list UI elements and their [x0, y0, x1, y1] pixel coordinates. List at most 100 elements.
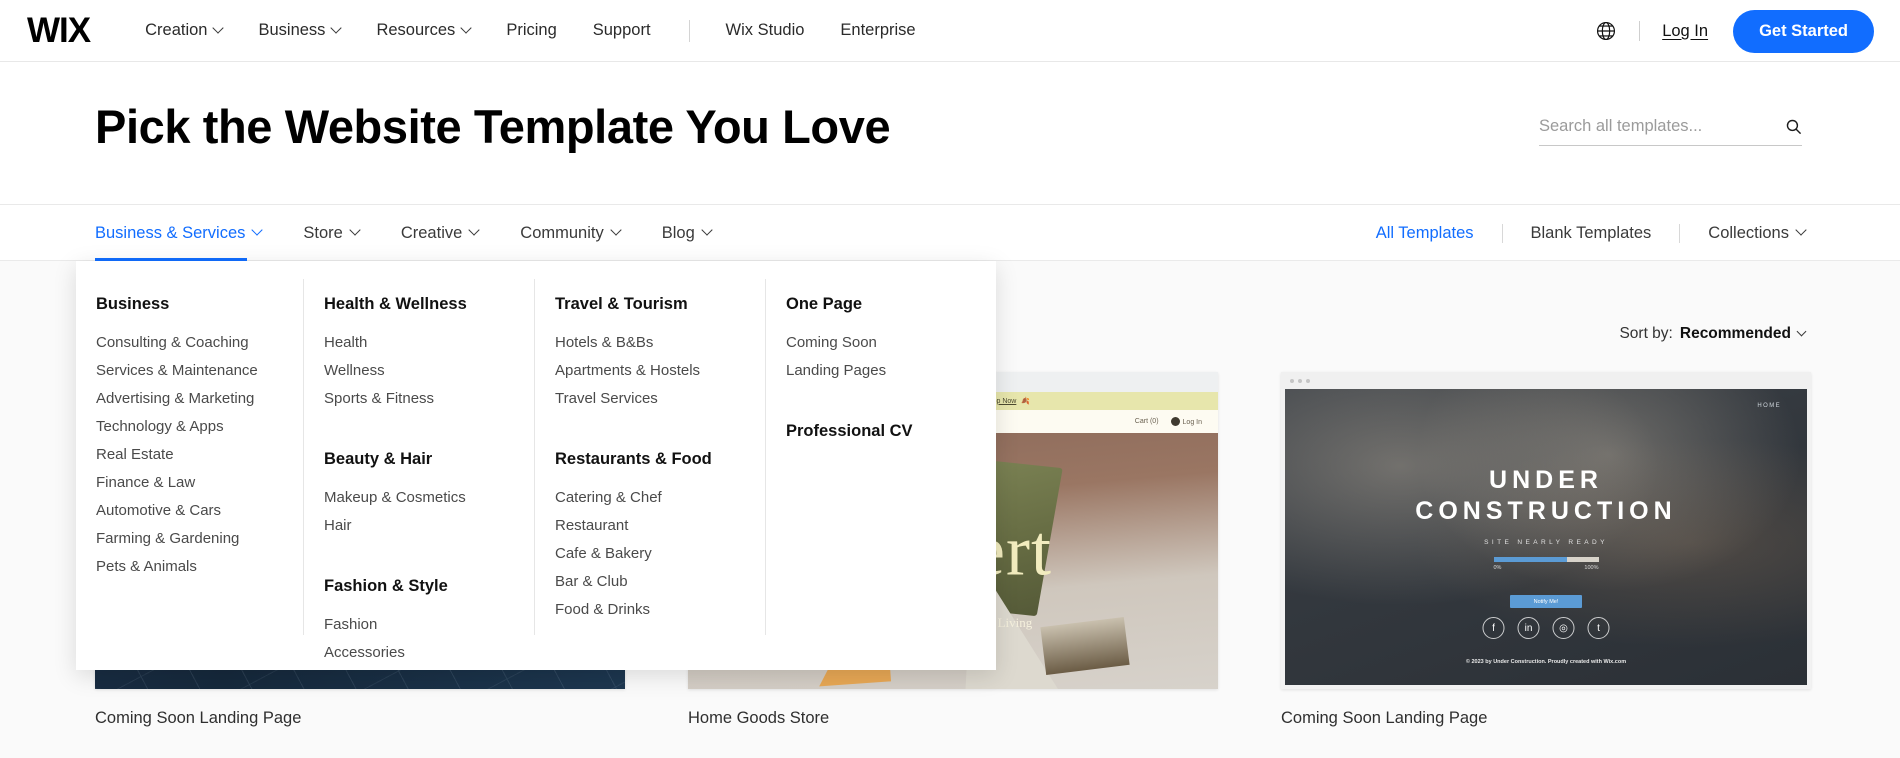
mega-link-accessories[interactable]: Accessories — [324, 639, 535, 667]
mega-link-makeup-and-cosmetics[interactable]: Makeup & Cosmetics — [324, 484, 535, 512]
nav-item-label: Support — [592, 21, 651, 39]
mega-link-finance-and-law[interactable]: Finance & Law — [96, 469, 304, 497]
tab-blank-templates[interactable]: Blank Templates — [1503, 224, 1680, 243]
tab-label: Community — [520, 223, 604, 242]
category-tabs: Business & Services Store Creative Commu… — [95, 205, 753, 261]
copyright-text: © 2023 by Under Construction. Proudly cr… — [1465, 659, 1627, 665]
wix-logo[interactable]: WIX — [27, 13, 91, 48]
get-started-button[interactable]: Get Started — [1733, 9, 1874, 53]
tab-label: All Templates — [1375, 223, 1474, 242]
mega-link-restaurant[interactable]: Restaurant — [555, 512, 766, 540]
hero-section: Pick the Website Template You Love — [0, 62, 1900, 205]
mega-column-one-page-cv: One Page Coming Soon Landing Pages Profe… — [766, 261, 996, 670]
product-shape-dark — [1040, 617, 1130, 676]
mega-link-fashion[interactable]: Fashion — [324, 611, 535, 639]
tab-all-templates[interactable]: All Templates — [1348, 224, 1502, 243]
browser-chrome — [1281, 372, 1811, 389]
tab-blog[interactable]: Blog — [661, 205, 713, 261]
tab-label: Blank Templates — [1530, 223, 1652, 242]
primary-nav: Creation Business Resources Pricing Supp… — [145, 19, 952, 42]
tab-community[interactable]: Community — [520, 205, 622, 261]
mega-column-business: Business Consulting & Coaching Services … — [76, 261, 304, 670]
mega-heading-beauty-and-hair: Beauty & Hair — [324, 450, 433, 468]
tab-business-and-services[interactable]: Business & Services — [95, 205, 264, 261]
nav-divider — [688, 19, 690, 42]
social-links: f in ◎ t — [1482, 617, 1610, 639]
chevron-down-icon — [468, 224, 480, 236]
sort-by-control[interactable]: Sort by: Recommended — [1619, 325, 1807, 343]
mega-link-food-and-drinks[interactable]: Food & Drinks — [555, 596, 766, 624]
mega-link-pets-and-animals[interactable]: Pets & Animals — [96, 553, 304, 581]
construction-hero: HOME UNDER CONSTRUCTION SITE NEARLY READ… — [1285, 389, 1807, 685]
progress-max: 100% — [1584, 565, 1599, 571]
mega-link-coming-soon[interactable]: Coming Soon — [786, 329, 996, 357]
mega-link-services-and-maintenance[interactable]: Services & Maintenance — [96, 357, 304, 385]
template-filter-tabs: All Templates Blank Templates Collection… — [1348, 205, 1807, 261]
mega-link-real-estate[interactable]: Real Estate — [96, 441, 304, 469]
tab-creative[interactable]: Creative — [401, 205, 480, 261]
template-title: Coming Soon Landing Page — [95, 709, 302, 727]
mega-heading-professional-cv[interactable]: Professional CV — [786, 422, 996, 441]
mega-link-advertising-and-marketing[interactable]: Advertising & Marketing — [96, 385, 304, 413]
mega-link-technology-and-apps[interactable]: Technology & Apps — [96, 413, 304, 441]
mega-heading-restaurants-and-food: Restaurants & Food — [555, 450, 712, 468]
template-title: Home Goods Store — [688, 709, 830, 727]
chevron-down-icon — [610, 224, 622, 236]
construction-line-1: UNDER — [1489, 466, 1603, 494]
nav-item-enterprise[interactable]: Enterprise — [840, 21, 915, 40]
template-card[interactable]: HOME UNDER CONSTRUCTION SITE NEARLY READ… — [1281, 372, 1811, 728]
mega-link-travel-services[interactable]: Travel Services — [555, 385, 766, 413]
chevron-down-icon — [212, 21, 225, 34]
tab-label: Blog — [661, 223, 695, 242]
chevron-down-icon — [701, 224, 713, 236]
nav-item-creation[interactable]: Creation — [145, 21, 225, 40]
log-in-link[interactable]: Log In — [1662, 22, 1708, 41]
mega-link-farming-and-gardening[interactable]: Farming & Gardening — [96, 525, 304, 553]
mega-link-apartments-and-hostels[interactable]: Apartments & Hostels — [555, 357, 766, 385]
store-login: Log In — [1170, 417, 1202, 426]
tab-label: Business & Services — [95, 223, 246, 242]
mega-link-cafe-and-bakery[interactable]: Cafe & Bakery — [555, 540, 766, 568]
template-nav-home: HOME — [1757, 403, 1781, 409]
header-divider — [1639, 21, 1641, 41]
tab-label: Collections — [1708, 223, 1789, 242]
mega-link-bar-and-club[interactable]: Bar & Club — [555, 568, 766, 596]
notify-me-button: Notify Me! — [1510, 595, 1582, 608]
nav-item-label: Business — [258, 21, 326, 39]
mega-link-landing-pages[interactable]: Landing Pages — [786, 357, 996, 385]
page-title: Pick the Website Template You Love — [95, 100, 891, 153]
mega-heading-one-page: One Page — [786, 295, 863, 313]
mega-column-travel-restaurants: Travel & Tourism Hotels & B&Bs Apartment… — [535, 261, 766, 670]
nav-item-label: Resources — [376, 21, 456, 39]
category-tab-bar: Business & Services Store Creative Commu… — [0, 205, 1900, 261]
mega-link-wellness[interactable]: Wellness — [324, 357, 535, 385]
search-icon[interactable] — [1785, 118, 1802, 135]
nav-item-pricing[interactable]: Pricing — [506, 21, 556, 40]
header-actions: Log In Get Started — [1595, 0, 1874, 62]
tab-label: Store — [303, 223, 343, 242]
mega-link-consulting-and-coaching[interactable]: Consulting & Coaching — [96, 329, 304, 357]
mega-heading-travel-and-tourism: Travel & Tourism — [555, 295, 688, 313]
globe-icon[interactable] — [1595, 20, 1617, 42]
mega-link-hotels-and-bnbs[interactable]: Hotels & B&Bs — [555, 329, 766, 357]
mega-link-catering-and-chef[interactable]: Catering & Chef — [555, 484, 766, 512]
mega-link-automotive-and-cars[interactable]: Automotive & Cars — [96, 497, 304, 525]
template-title: Coming Soon Landing Page — [1281, 709, 1488, 727]
tab-store[interactable]: Store — [303, 205, 361, 261]
mega-link-hair[interactable]: Hair — [324, 512, 535, 540]
mega-link-sports-and-fitness[interactable]: Sports & Fitness — [324, 385, 535, 413]
nav-item-business[interactable]: Business — [258, 21, 343, 40]
nav-item-support[interactable]: Support — [593, 21, 651, 40]
nav-item-resources[interactable]: Resources — [376, 21, 472, 40]
global-header: WIX Creation Business Resources Pricing … — [0, 0, 1900, 62]
nav-item-wix-studio[interactable]: Wix Studio — [726, 21, 805, 40]
search-input[interactable] — [1539, 117, 1785, 136]
chevron-down-icon — [330, 21, 343, 34]
search-bar[interactable] — [1539, 117, 1802, 146]
template-thumbnail[interactable]: HOME UNDER CONSTRUCTION SITE NEARLY READ… — [1281, 372, 1811, 689]
tab-collections[interactable]: Collections — [1680, 223, 1807, 243]
browser-dot — [1290, 378, 1294, 383]
mega-link-health[interactable]: Health — [324, 329, 535, 357]
twitter-icon: t — [1587, 617, 1610, 639]
instagram-icon: ◎ — [1552, 617, 1575, 639]
